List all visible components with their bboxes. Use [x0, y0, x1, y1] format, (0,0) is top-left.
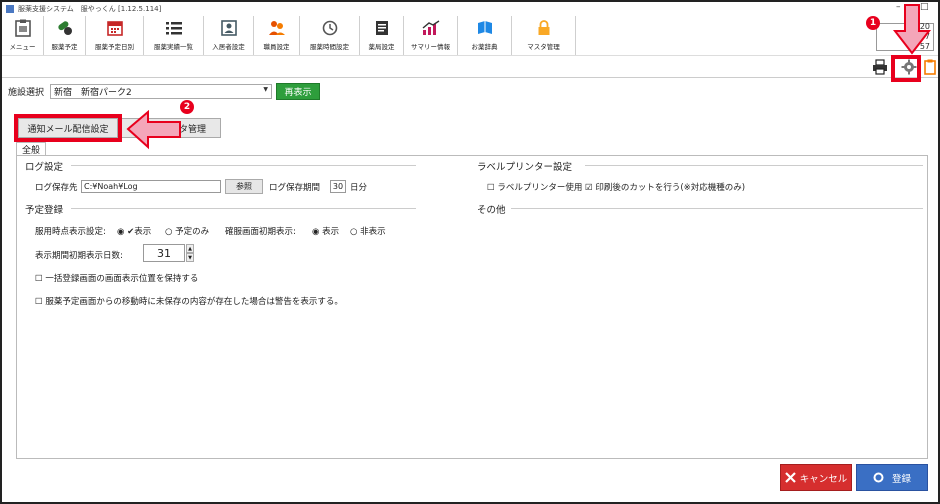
document-icon	[373, 19, 391, 37]
close-icon	[784, 472, 796, 483]
subtab-general[interactable]: 全般	[16, 142, 46, 156]
label-printer-use-checkbox[interactable]: ☐ ラベルプリンター使用	[487, 181, 582, 193]
redisplay-button[interactable]: 再表示	[276, 83, 321, 100]
toolbar-label: 服薬実績一覧	[154, 43, 193, 51]
chart-icon	[422, 19, 440, 37]
section-divider	[71, 208, 416, 209]
confirm-option-show[interactable]: ◉ 表示	[312, 225, 339, 237]
cut-after-print-label: 印刷後のカットを行う(※対応機種のみ)	[595, 183, 746, 193]
list-icon	[165, 19, 183, 37]
log-destination-input[interactable]: C:¥Noah¥Log	[81, 180, 221, 193]
save-button-label: 登録	[891, 473, 911, 485]
annotation-arrow-left	[126, 110, 181, 150]
confirm-option-hide-label: 非表示	[360, 227, 386, 237]
annotation-arrow-down	[892, 4, 932, 55]
save-button[interactable]: 登録	[856, 464, 928, 491]
main-toolbar: メニュー 服薬予定 服薬予定日別 服薬実績一覧 入居者設定 職員設定 服薬時間設…	[2, 16, 938, 56]
annotation-badge-2: 2	[180, 100, 194, 114]
display-setting-label: 服用時点表示設定:	[35, 227, 106, 237]
toolbar-drug-dictionary-button[interactable]: お薬辞典	[458, 16, 512, 55]
toolbar-pharmacy-settings-button[interactable]: 薬局設定	[360, 16, 404, 55]
display-option-show[interactable]: ◉ ✔表示	[117, 225, 151, 237]
cancel-button-label: キャンセル	[799, 473, 848, 485]
toolbar-label: マスタ管理	[527, 43, 560, 51]
app-icon	[6, 5, 14, 13]
other-settings-title: その他	[477, 205, 506, 216]
cancel-button[interactable]: キャンセル	[780, 464, 852, 491]
display-days-input[interactable]: 31	[143, 244, 185, 262]
section-divider	[511, 208, 923, 209]
label-printer-title: ラベルプリンター設定	[477, 162, 573, 173]
clipboard-icon	[14, 19, 32, 37]
window-title: 服薬支援システム 服やっくん [1.12.5.114]	[18, 5, 162, 13]
section-divider	[585, 165, 923, 166]
toolbar-resident-settings-button[interactable]: 入居者設定	[204, 16, 254, 55]
toolbar-label: お薬辞典	[471, 43, 498, 51]
toolbar-summary-button[interactable]: サマリー情報	[404, 16, 458, 55]
toolbar-label: 職員設定	[263, 43, 290, 51]
calendar-icon	[106, 19, 124, 37]
display-option-schedule-only[interactable]: ○ 予定のみ	[165, 225, 209, 237]
confirm-display-label: 確服画面初期表示:	[225, 227, 296, 237]
toolbar-master-management-button[interactable]: マスタ管理	[512, 16, 576, 55]
toolbar-staff-settings-button[interactable]: 職員設定	[254, 16, 300, 55]
display-option-show-label: 表示	[134, 227, 152, 237]
toolbar-menu-button[interactable]: メニュー	[2, 16, 44, 55]
schedule-settings-title: 予定登録	[25, 205, 64, 216]
pills-icon	[56, 19, 74, 37]
keep-position-checkbox[interactable]: ☐ 一括登録画面の画面表示位置を保持する	[35, 272, 198, 284]
lock-icon	[535, 19, 553, 37]
printer-icon[interactable]	[871, 58, 889, 76]
toolbar-schedule-daily-button[interactable]: 服薬予定日別	[86, 16, 144, 55]
log-period-unit: 日分	[350, 183, 368, 193]
toolbar-label: 服薬時間設定	[310, 43, 349, 51]
toolbar-label: 服薬予定	[51, 43, 78, 51]
facility-select[interactable]: 新宿 新宿パーク2 ▼	[50, 84, 273, 99]
toolbar-results-list-button[interactable]: 服薬実績一覧	[144, 16, 204, 55]
log-settings-title: ログ設定	[25, 162, 64, 173]
clock-icon	[321, 19, 339, 37]
display-days-label: 表示期間初期表示日数:	[35, 251, 123, 261]
staff-icon	[268, 19, 286, 37]
facility-label: 施設選択	[8, 88, 45, 98]
app-window: 服薬支援システム 服やっくん [1.12.5.114] – □ メニュー 服薬予…	[0, 0, 940, 504]
label-printer-use-label: ラベルプリンター使用	[497, 183, 583, 193]
chevron-down-icon: ▼	[263, 86, 269, 93]
browse-button[interactable]: 参照	[225, 179, 263, 194]
confirm-option-show-label: 表示	[322, 227, 340, 237]
clipboard-orange-icon[interactable]	[921, 58, 938, 76]
highlight-box-tab	[14, 114, 122, 142]
log-destination-label: ログ保存先	[35, 183, 78, 193]
toolbar-label: 薬局設定	[368, 43, 395, 51]
log-period-input[interactable]: 30	[330, 180, 346, 193]
toolbar-label: メニュー	[9, 43, 36, 51]
toolbar-label: サマリー情報	[411, 43, 450, 51]
facility-selected-value: 新宿 新宿パーク2	[54, 88, 132, 98]
highlight-box-gear	[891, 55, 921, 82]
display-option-schedule-only-label: 予定のみ	[175, 227, 210, 237]
spinner-up-icon[interactable]: ▲	[186, 244, 194, 253]
title-bar: 服薬支援システム 服やっくん [1.12.5.114] – □	[2, 2, 938, 16]
toolbar-label: 入居者設定	[212, 43, 245, 51]
cut-after-print-checkbox[interactable]: ☑ 印刷後のカットを行う(※対応機種のみ)	[585, 181, 745, 193]
book-icon	[476, 19, 494, 37]
toolbar-label: 服薬予定日別	[95, 43, 134, 51]
section-divider	[71, 165, 416, 166]
keep-position-label: 一括登録画面の画面表示位置を保持する	[45, 274, 199, 284]
unsaved-warning-label: 服薬予定画面からの移動時に未保存の内容が存在した場合は警告を表示する。	[45, 297, 343, 307]
person-card-icon	[220, 19, 238, 37]
circle-icon	[873, 472, 884, 483]
secondary-toolbar	[2, 56, 938, 78]
toolbar-time-settings-button[interactable]: 服薬時間設定	[300, 16, 360, 55]
facility-selector-row: 施設選択 新宿 新宿パーク2 ▼ 再表示	[8, 83, 321, 100]
settings-panel: ログ設定 ログ保存先 C:¥Noah¥Log 参照 ログ保存期間 30 日分 予…	[16, 155, 928, 459]
log-period-label: ログ保存期間	[269, 183, 321, 193]
confirm-option-hide[interactable]: ○ 非表示	[350, 225, 386, 237]
toolbar-schedule-button[interactable]: 服薬予定	[44, 16, 86, 55]
spinner-down-icon[interactable]: ▼	[186, 253, 194, 262]
annotation-badge-1: 1	[866, 16, 880, 30]
unsaved-warning-checkbox[interactable]: ☐ 服薬予定画面からの移動時に未保存の内容が存在した場合は警告を表示する。	[35, 295, 343, 307]
